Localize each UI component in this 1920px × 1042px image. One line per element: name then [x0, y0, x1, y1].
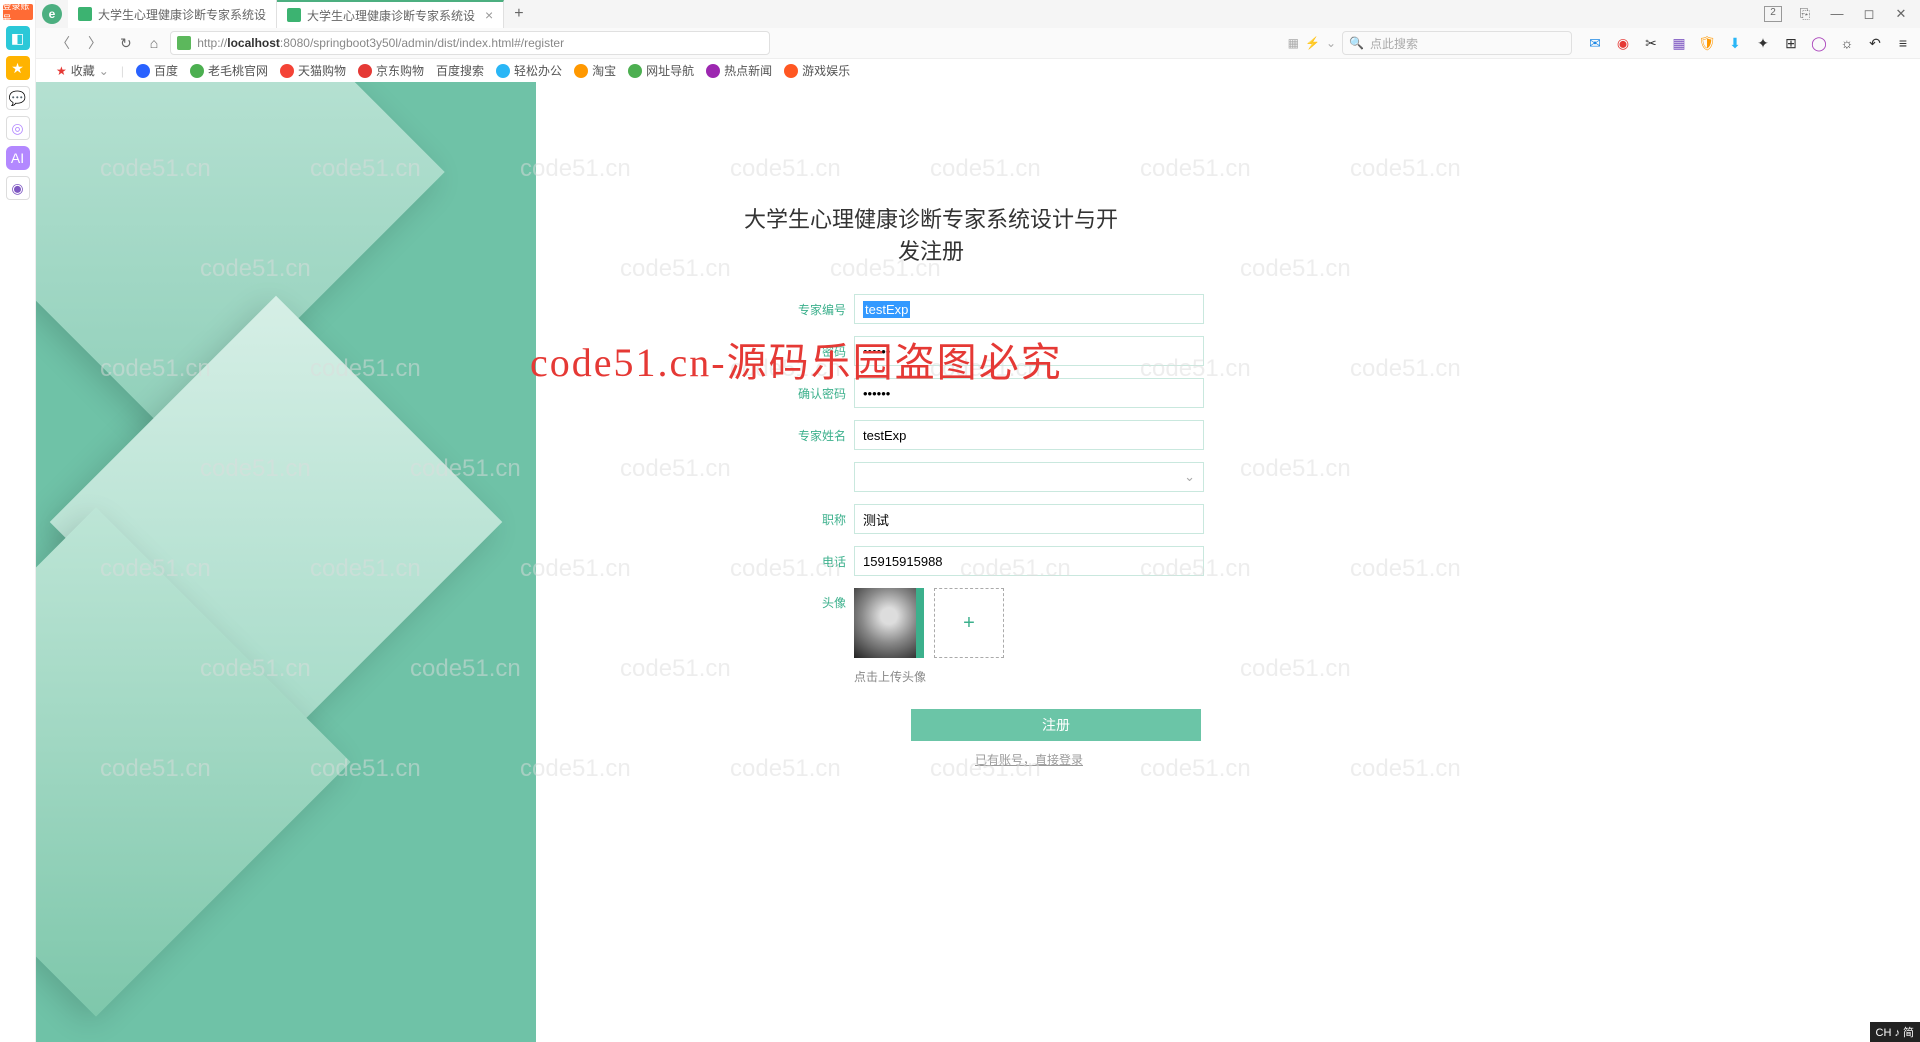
plus-icon: + [963, 612, 975, 635]
weibo-icon[interactable]: ◉ [1614, 34, 1632, 52]
puzzle-icon[interactable]: ✦ [1754, 34, 1772, 52]
expert-no-value: testExp [863, 301, 910, 318]
upload-hint: 点击上传头像 [854, 668, 1920, 685]
grid-icon[interactable]: ▦ [1670, 34, 1688, 52]
tab-favicon-icon [287, 8, 301, 22]
phone-field[interactable] [854, 546, 1204, 576]
address-bar: 〈 〉 ↻ ⌂ http://localhost:8080/springboot… [0, 28, 1920, 58]
sun-icon[interactable]: ☼ [1838, 34, 1856, 52]
tab-favicon-icon [78, 7, 92, 21]
bookmark-bdsearch[interactable]: 百度搜索 [436, 62, 484, 79]
register-form: 大学生心理健康诊断专家系统设计与开发注册 专家编号 testExp 密码 确认密… [536, 82, 1920, 1042]
circle-icon[interactable]: ◯ [1810, 34, 1828, 52]
decorative-graphic [36, 82, 536, 1042]
label-title: 职称 [786, 511, 846, 528]
mail-icon[interactable]: ✉ [1586, 34, 1604, 52]
bookmark-bar: ★收藏⌄ | 百度 老毛桃官网 天猫购物 京东购物 百度搜索 轻松办公 淘宝 网… [0, 58, 1920, 82]
reload-button[interactable]: ↻ [114, 35, 138, 52]
window-controls: 2 ⎘ — ◻ ✕ [1764, 6, 1920, 22]
sidebar-icon-ai2[interactable]: AI [6, 146, 30, 170]
page-title: 大学生心理健康诊断专家系统设计与开发注册 [736, 202, 1126, 266]
tab-bar: e 大学生心理健康诊断专家系统设 大学生心理健康诊断专家系统设 × + 2 ⎘ … [0, 0, 1920, 28]
apps-icon[interactable]: ⊞ [1782, 34, 1800, 52]
sidebar-icon-ai1[interactable]: ◎ [6, 116, 30, 140]
login-badge[interactable]: 登录账号 [3, 4, 33, 20]
bookmark-jd[interactable]: 京东购物 [358, 62, 424, 79]
forward-button[interactable]: 〉 [82, 33, 108, 53]
page-content: 大学生心理健康诊断专家系统设计与开发注册 专家编号 testExp 密码 确认密… [36, 82, 1920, 1042]
os-sidebar: 登录账号 ◧ ★ 💬 ◎ AI ◉ [0, 0, 36, 1042]
label-expert-no: 专家编号 [786, 301, 846, 318]
label-confirm: 确认密码 [786, 385, 846, 402]
bookmark-baidu[interactable]: 百度 [136, 62, 178, 79]
avatar-upload-button[interactable]: + [934, 588, 1004, 658]
undo-icon[interactable]: ↶ [1866, 34, 1884, 52]
tab-active[interactable]: 大学生心理健康诊断专家系统设 × [277, 0, 504, 28]
label-phone: 电话 [786, 553, 846, 570]
home-button[interactable]: ⌂ [144, 35, 164, 51]
sidebar-icon-star[interactable]: ★ [6, 56, 30, 80]
search-input[interactable]: 🔍 点此搜索 [1342, 31, 1572, 55]
bookmark-game[interactable]: 游戏娱乐 [784, 62, 850, 79]
menu-icon[interactable]: ≡ [1894, 34, 1912, 52]
bookmark-laomao[interactable]: 老毛桃官网 [190, 62, 268, 79]
chevron-down-icon: ⌄ [1184, 469, 1195, 485]
bookmark-nav[interactable]: 网址导航 [628, 62, 694, 79]
bookmark-tmall[interactable]: 天猫购物 [280, 62, 346, 79]
avatar-preview[interactable] [854, 588, 924, 658]
bookmark-fav[interactable]: ★收藏⌄ [56, 62, 109, 79]
register-button[interactable]: 注册 [911, 709, 1201, 741]
maximize-icon[interactable]: ◻ [1860, 6, 1878, 22]
browser-logo-icon: e [42, 4, 62, 24]
tab-title: 大学生心理健康诊断专家系统设 [98, 6, 266, 23]
select-field[interactable]: ⌄ [854, 462, 1204, 492]
name-field[interactable] [854, 420, 1204, 450]
password-field[interactable] [854, 336, 1204, 366]
new-tab-button[interactable]: + [504, 5, 533, 23]
bookmark-relax[interactable]: 轻松办公 [496, 62, 562, 79]
ime-indicator[interactable]: CH ♪ 简 [1870, 1022, 1920, 1042]
login-link[interactable]: 已有账号，直接登录 [854, 751, 1204, 768]
search-icon: 🔍 [1349, 36, 1364, 50]
search-placeholder: 点此搜索 [1370, 35, 1418, 52]
sidebar-icon-chat[interactable]: 💬 [6, 86, 30, 110]
close-icon[interactable]: × [485, 7, 493, 23]
tab-title: 大学生心理健康诊断专家系统设 [307, 7, 475, 24]
title-field[interactable] [854, 504, 1204, 534]
label-avatar: 头像 [786, 588, 846, 611]
label-name: 专家姓名 [786, 427, 846, 444]
url-text: http://localhost:8080/springboot3y50l/ad… [197, 36, 763, 50]
tab-count-badge[interactable]: 2 [1764, 6, 1782, 22]
bookmark-taobao[interactable]: 淘宝 [574, 62, 616, 79]
confirm-field[interactable] [854, 378, 1204, 408]
shield2-icon[interactable]: 🛡 [1698, 34, 1716, 52]
url-input[interactable]: http://localhost:8080/springboot3y50l/ad… [170, 31, 770, 55]
bookmark-news[interactable]: 热点新闻 [706, 62, 772, 79]
scissors-icon[interactable]: ✂ [1642, 34, 1660, 52]
shield-icon [177, 36, 191, 50]
label-password: 密码 [786, 343, 846, 360]
sidebar-icon-1[interactable]: ◧ [6, 26, 30, 50]
tab-inactive[interactable]: 大学生心理健康诊断专家系统设 [68, 0, 277, 28]
sidebar-icon-discord[interactable]: ◉ [6, 176, 30, 200]
browser-chrome: e 大学生心理健康诊断专家系统设 大学生心理健康诊断专家系统设 × + 2 ⎘ … [0, 0, 1920, 82]
dropdown-icon[interactable]: ⌄ [1326, 36, 1336, 50]
back-button[interactable]: 〈 [50, 33, 76, 53]
minimize-icon[interactable]: — [1828, 6, 1846, 22]
expert-no-field[interactable]: testExp [854, 294, 1204, 324]
extensions-icon[interactable]: ⎘ [1796, 6, 1814, 22]
download-icon[interactable]: ⬇ [1726, 34, 1744, 52]
bolt-icon[interactable]: ⚡ [1305, 36, 1320, 50]
qr-icon[interactable]: ▦ [1288, 36, 1299, 50]
close-window-icon[interactable]: ✕ [1892, 6, 1910, 22]
